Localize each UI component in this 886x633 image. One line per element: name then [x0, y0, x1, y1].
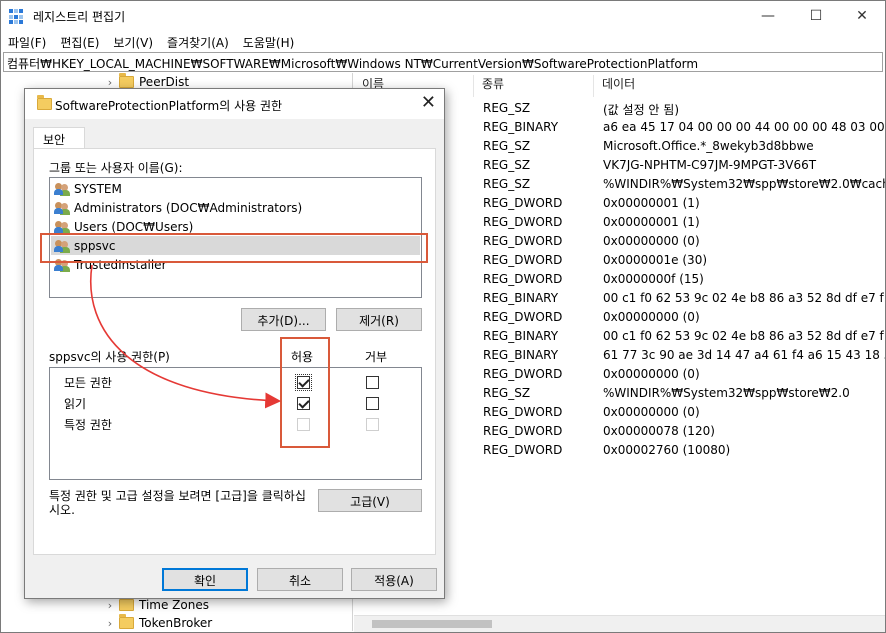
annotation-arrow — [90, 264, 282, 409]
